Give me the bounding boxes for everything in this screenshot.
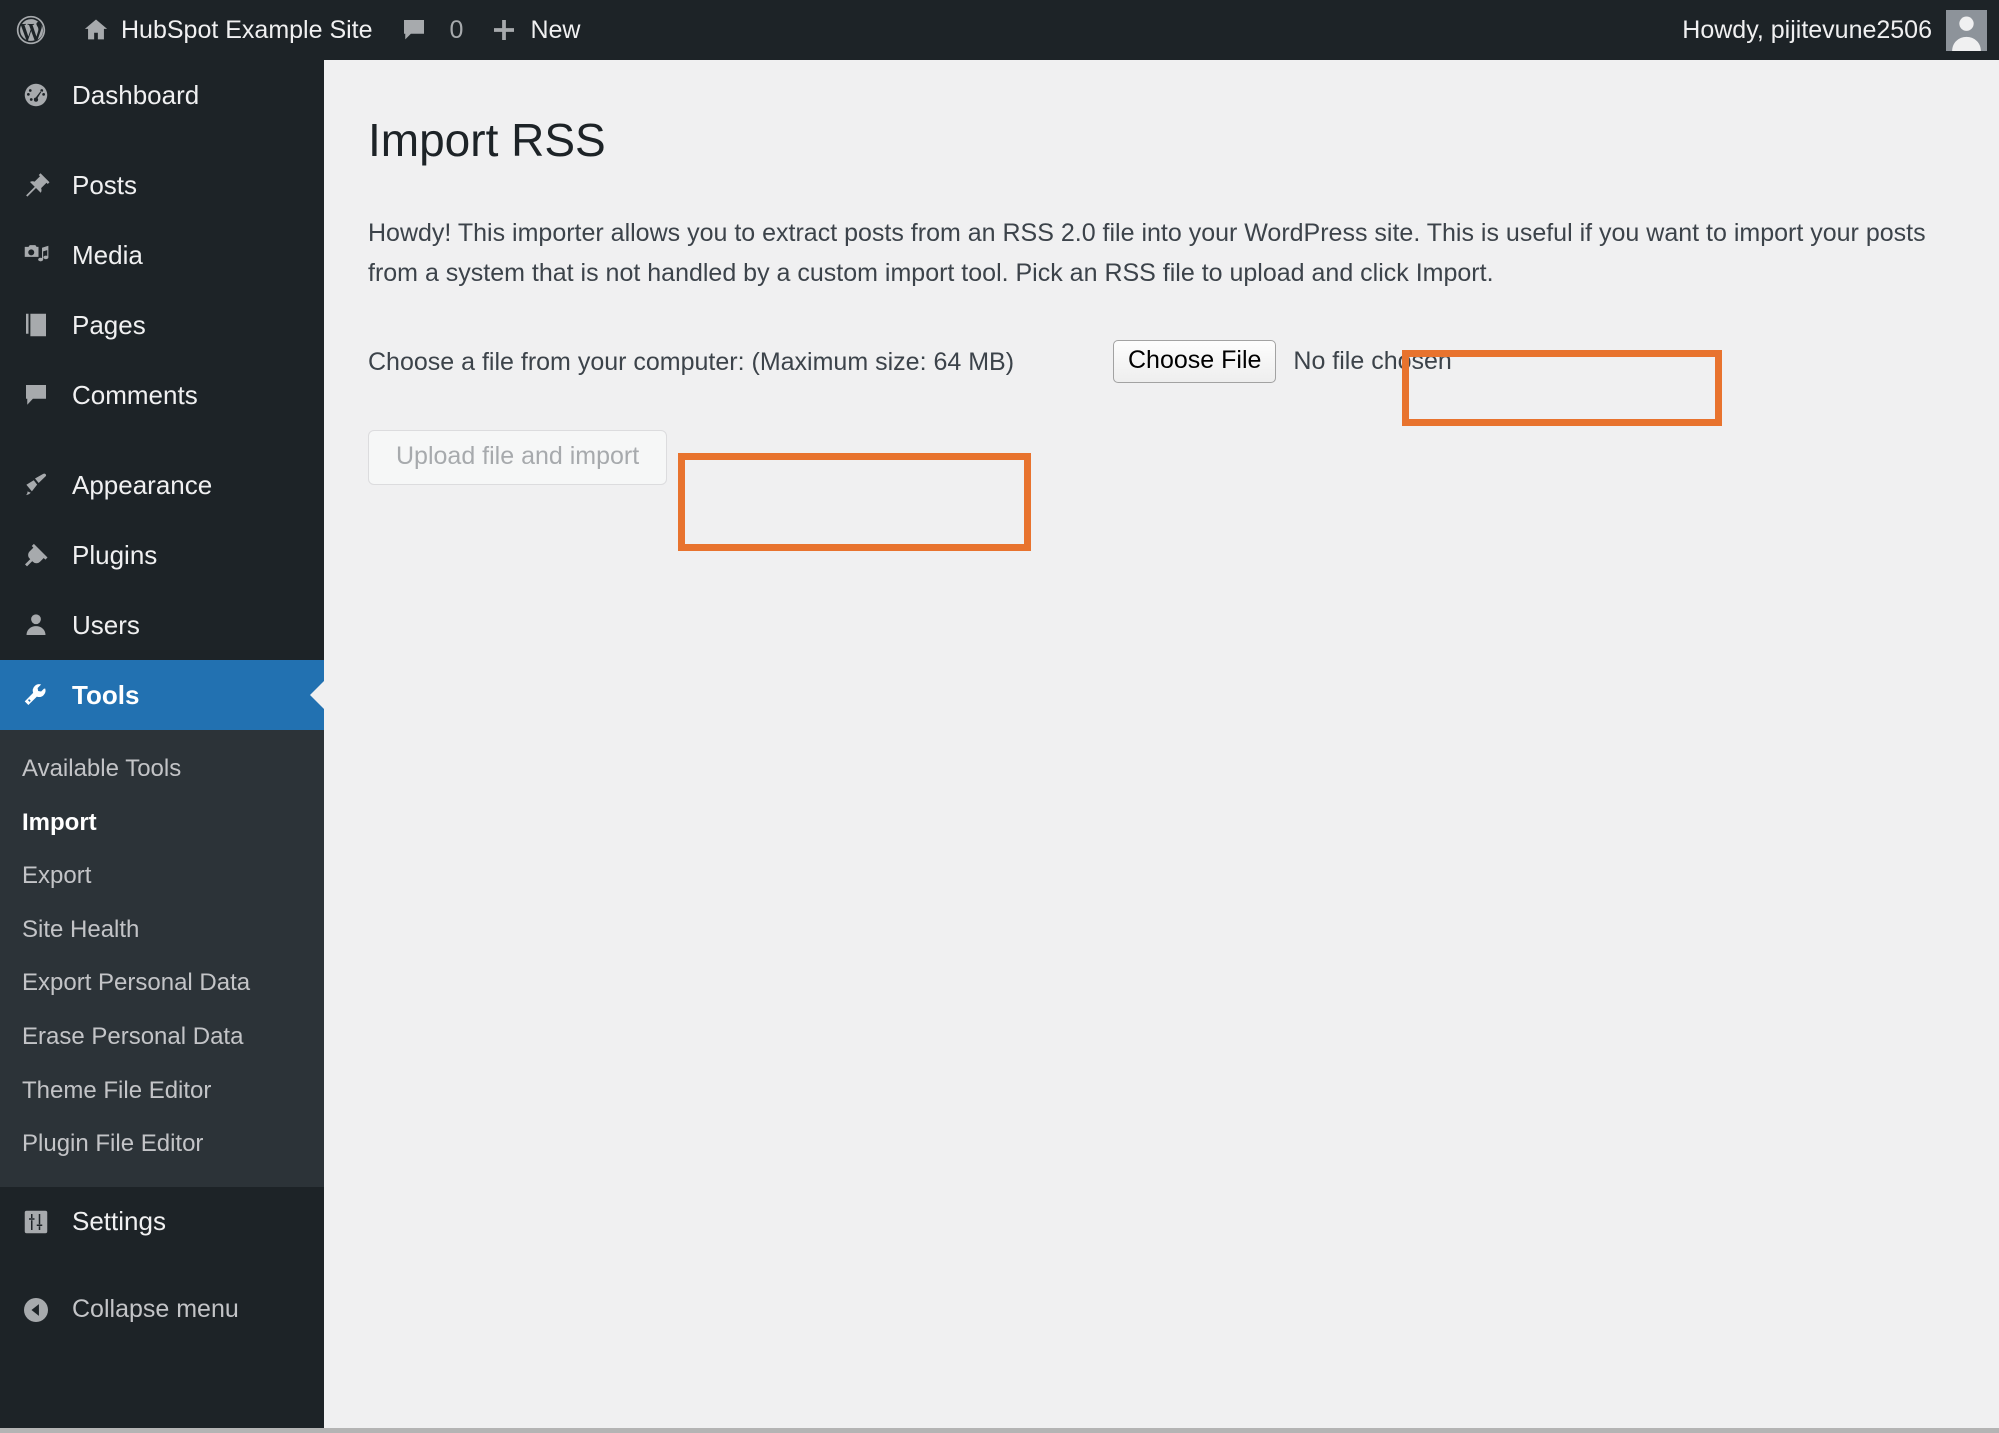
wordpress-logo-menu[interactable]: [0, 0, 69, 60]
sidebar-item-users[interactable]: Users: [0, 590, 324, 660]
media-camera-music-icon: [14, 240, 58, 270]
pages-stack-icon: [14, 310, 58, 340]
file-chooser-label: Choose a file from your computer: (Maxim…: [368, 348, 1015, 377]
sidebar-item-appearance[interactable]: Appearance: [0, 450, 324, 520]
comments-menu[interactable]: 0: [386, 0, 477, 60]
submenu-item-import[interactable]: Import: [0, 796, 324, 850]
collapse-menu-label: Collapse menu: [72, 1295, 239, 1324]
avatar: [1946, 9, 1987, 51]
dashboard-gauge-icon: [14, 80, 58, 110]
importer-intro-text: Howdy! This importer allows you to extra…: [368, 218, 1926, 288]
sidebar-item-posts[interactable]: Posts: [0, 150, 324, 220]
admin-sidebar-menu: Dashboard Posts Media Pages Comments App…: [0, 60, 324, 1433]
submenu-item-site-health[interactable]: Site Health: [0, 903, 324, 957]
upload-file-and-import-button[interactable]: Upload file and import: [368, 429, 668, 486]
sidebar-item-dashboard[interactable]: Dashboard: [0, 60, 324, 130]
admin-bar: HubSpot Example Site 0 New Howdy, pijite…: [0, 0, 1999, 60]
collapse-menu-button[interactable]: Collapse menu: [0, 1275, 324, 1345]
sidebar-item-label: Tools: [72, 679, 140, 710]
menu-separator: [0, 430, 324, 450]
submenu-item-export-personal-data[interactable]: Export Personal Data: [0, 956, 324, 1010]
pushpin-icon: [14, 170, 58, 200]
sidebar-item-plugins[interactable]: Plugins: [0, 520, 324, 590]
main-content-area: Import RSS Howdy! This importer allows y…: [324, 60, 1999, 1433]
submit-row: Upload file and import: [368, 429, 1955, 486]
sidebar-item-label: Comments: [72, 379, 198, 410]
my-account-menu[interactable]: Howdy, pijitevune2506: [1682, 0, 1999, 60]
site-name-menu[interactable]: HubSpot Example Site: [69, 0, 386, 60]
sidebar-item-label: Dashboard: [72, 79, 200, 110]
site-name-label: HubSpot Example Site: [121, 15, 373, 44]
submenu-item-available-tools[interactable]: Available Tools: [0, 742, 324, 796]
paintbrush-icon: [14, 470, 58, 500]
bottom-divider: [0, 1428, 1999, 1433]
sidebar-item-label: Media: [72, 239, 143, 270]
choose-file-button[interactable]: Choose File: [1113, 339, 1277, 383]
sidebar-item-label: Appearance: [72, 469, 213, 500]
wrench-icon: [14, 680, 58, 710]
sidebar-item-pages[interactable]: Pages: [0, 290, 324, 360]
howdy-label: Howdy, pijitevune2506: [1682, 15, 1932, 44]
sliders-icon: [14, 1207, 58, 1237]
sidebar-item-comments[interactable]: Comments: [0, 360, 324, 430]
comments-count: 0: [449, 15, 464, 44]
home-icon: [82, 16, 110, 44]
submenu-item-export[interactable]: Export: [0, 849, 324, 903]
new-label: New: [530, 15, 581, 44]
submenu-item-plugin-file-editor[interactable]: Plugin File Editor: [0, 1117, 324, 1171]
menu-separator: [0, 130, 324, 150]
sidebar-item-settings[interactable]: Settings: [0, 1187, 324, 1257]
user-icon: [14, 610, 58, 640]
sidebar-item-label: Posts: [72, 169, 138, 200]
submenu-item-theme-file-editor[interactable]: Theme File Editor: [0, 1064, 324, 1118]
sidebar-item-label: Users: [72, 609, 140, 640]
no-file-chosen-label: No file chosen: [1293, 346, 1452, 375]
wordpress-logo-icon: [14, 13, 48, 47]
plug-icon: [14, 540, 58, 570]
file-chooser-row: Choose a file from your computer: (Maxim…: [368, 338, 1955, 388]
sidebar-item-label: Plugins: [72, 539, 158, 570]
comment-bubble-icon: [399, 15, 429, 45]
plus-icon: [489, 15, 519, 45]
sidebar-item-tools[interactable]: Tools: [0, 660, 324, 730]
sidebar-item-label: Pages: [72, 309, 146, 340]
comment-bubble-icon: [14, 380, 58, 410]
file-input-control[interactable]: Choose File No file chosen: [1113, 339, 1452, 383]
new-content-menu[interactable]: New: [476, 0, 593, 60]
chevron-left-circle-icon: [14, 1294, 58, 1326]
tools-submenu: Available Tools Import Export Site Healt…: [0, 730, 324, 1187]
sidebar-item-media[interactable]: Media: [0, 220, 324, 290]
sidebar-item-label: Settings: [72, 1206, 166, 1237]
submenu-item-erase-personal-data[interactable]: Erase Personal Data: [0, 1010, 324, 1064]
page-title: Import RSS: [368, 114, 606, 166]
